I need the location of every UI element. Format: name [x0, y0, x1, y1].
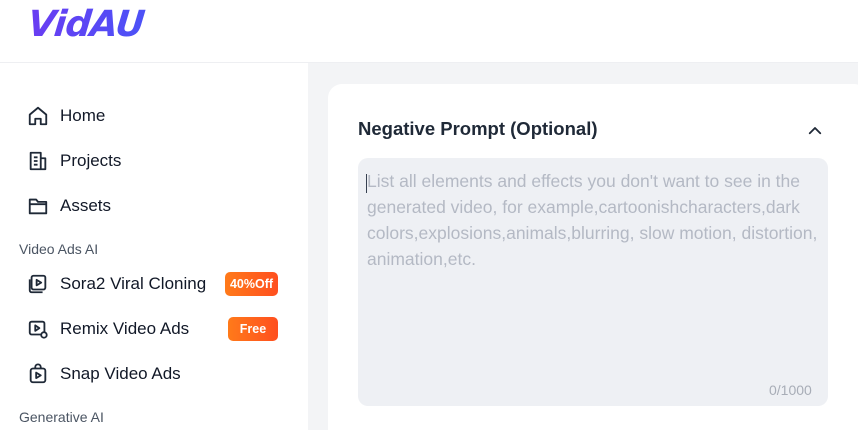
sidebar-item-label: Assets — [60, 196, 112, 215]
sidebar-item-label: Remix Video Ads — [60, 319, 190, 338]
sidebar-item-assets[interactable]: Assets — [27, 192, 111, 220]
sidebar-item-label: Projects — [60, 151, 122, 170]
remix-video-icon — [27, 318, 49, 340]
free-badge: Free — [228, 317, 278, 341]
collapse-button[interactable] — [804, 120, 826, 142]
character-counter: 0/1000 — [769, 382, 812, 398]
top-bar: VidAU — [0, 0, 858, 63]
negative-prompt-card: Negative Prompt (Optional) 0/1000 — [328, 84, 858, 430]
sidebar-item-label: Sora2 Viral Cloning — [60, 274, 207, 293]
chevron-up-icon — [806, 122, 824, 140]
sidebar-item-label: Snap Video Ads — [60, 364, 181, 383]
folder-icon — [27, 195, 49, 217]
video-clone-icon — [27, 273, 49, 295]
section-title: Negative Prompt (Optional) — [358, 118, 598, 139]
vidau-logo[interactable]: VidAU — [26, 4, 146, 45]
sidebar-item-snap-video-ads[interactable]: Snap Video Ads — [27, 360, 181, 388]
main-content: Negative Prompt (Optional) 0/1000 — [308, 63, 858, 430]
snap-video-icon — [27, 363, 49, 385]
sidebar-item-remix-video-ads[interactable]: Remix Video Ads — [27, 315, 189, 343]
sidebar-item-home[interactable]: Home — [27, 102, 105, 130]
text-caret — [366, 174, 367, 193]
sidebar-item-projects[interactable]: Projects — [27, 147, 121, 175]
projects-icon — [27, 150, 49, 172]
section-title-generative-ai: Generative AI — [19, 409, 104, 425]
discount-badge: 40%Off — [225, 272, 278, 296]
negative-prompt-input[interactable] — [358, 158, 828, 406]
home-icon — [27, 105, 49, 127]
sidebar-item-sora2-viral-cloning[interactable]: Sora2 Viral Cloning — [27, 270, 206, 298]
section-title-video-ads-ai: Video Ads AI — [19, 241, 99, 257]
sidebar-item-label: Home — [60, 106, 106, 125]
sidebar: Home Projects Assets Video Ads AI Sora2 … — [0, 63, 308, 430]
